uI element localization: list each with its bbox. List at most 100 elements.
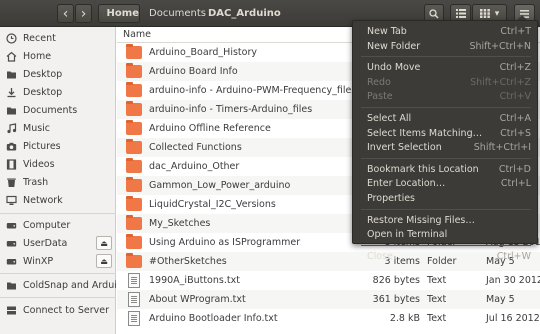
menu-item-close[interactable]: Close Ctrl+W [353,250,537,264]
folder-icon [126,63,142,78]
folder-icon [126,44,142,59]
breadcrumb-dac-arduino[interactable]: DAC_Arduino [202,4,287,23]
sidebar-item-label: ColdSnap and Ardui… [23,279,127,291]
drive-icon [6,238,17,249]
table-row[interactable]: 1990A_iButtons.txt 826 bytes Text Jan 30 20… [117,271,540,290]
column-name-header[interactable]: Name [123,29,151,40]
file-size: 361 bytes [372,294,420,305]
file-name: arduino-info - Arduino-PWM-Frequency_fil… [149,85,357,96]
menu-item-open-in-terminal[interactable]: Open in Terminal [353,228,537,242]
sidebar-divider [0,213,116,214]
eject-button-winxp[interactable]: ⏏ [96,254,112,268]
menu-item-bookmark-this-location[interactable]: Bookmark this Location Ctrl+D [353,163,537,177]
breadcrumb-home-label: Home [106,8,139,19]
menu-item-shortcut: Ctrl+V [499,91,531,103]
file-date: May 5 [486,294,515,305]
sidebar-item-label: WinXP [23,255,54,267]
sidebar-item-label: Pictures [23,140,61,152]
sidebar-item-label: Recent [23,32,56,44]
camera-icon [6,141,17,152]
menu-item-label: Open in Terminal [367,229,448,241]
home-icon [103,9,104,19]
chevron-down-icon: ▾ [494,8,500,19]
text-file-icon [128,273,140,288]
sidebar-item-label: Home [23,50,52,62]
menu-item-shortcut: Ctrl+L [500,178,531,190]
file-name: LiquidCrystal_I2C_Versions [149,199,276,210]
table-row[interactable]: Arduino Bootloader Info.txt 2.8 kB Text Jul… [117,309,540,328]
menu-item-select-items-matching[interactable]: Select Items Matching… Ctrl+S [353,127,537,141]
file-name: Gammon_Low_Power_arduino [149,180,291,191]
file-type: Text [427,275,447,286]
sidebar-item-label: Trash [23,176,49,188]
grid-view-icon [479,9,490,18]
sidebar-item-videos[interactable]: Videos [0,155,116,173]
sidebar-item-connect-server[interactable]: Connect to Server [0,301,116,319]
sidebar-item-documents[interactable]: Documents [0,101,116,119]
back-button[interactable]: ‹ [57,4,74,23]
menu-separator [361,56,531,58]
sidebar-item-network[interactable]: Network [0,191,116,209]
menu-item-select-all[interactable]: Select All Ctrl+A [353,112,537,126]
folder-icon [126,234,142,249]
file-type: Text [427,294,447,305]
menu-item-shortcut: Ctrl+W [496,250,531,262]
sidebar: Recent Home Desktop Desktop Documents Mu… [0,27,126,334]
sidebar-item-trash[interactable]: Trash [0,173,116,191]
sidebar-item-recent[interactable]: Recent [0,29,116,47]
file-name: #OtherSketches [149,256,227,267]
menu-separator [361,244,531,246]
sidebar-item-desktop[interactable]: Desktop [0,65,116,83]
sidebar-item-computer[interactable]: Computer [0,216,116,234]
menu-item-label: Close [367,250,393,262]
sidebar-item-label: Music [23,122,51,134]
folder-icon [126,139,142,154]
menu-item-label: Bookmark this Location [367,163,479,175]
folder-icon [126,82,142,97]
menu-item-label: New Folder [367,40,421,52]
file-size: 826 bytes [372,275,420,286]
file-name: My_Sketches [149,218,211,229]
folder-icon [126,215,142,230]
file-name: 1990A_iButtons.txt [149,275,240,286]
menu-item-shortcut: Ctrl+Z [499,62,531,74]
menu-item-label: Properties [367,193,416,204]
menu-item-label: Undo Move [367,62,421,74]
table-row[interactable]: About WProgram.txt 361 bytes Text May 5 [117,290,540,309]
menu-item-new-tab[interactable]: New Tab Ctrl+T [353,25,537,39]
folder-icon [126,101,142,116]
menu-item-undo-move[interactable]: Undo Move Ctrl+Z [353,61,537,75]
menu-item-properties[interactable]: Properties [353,192,537,206]
sidebar-item-label: Videos [23,158,55,170]
sidebar-item-music[interactable]: Music [0,119,116,137]
chevron-left-icon: ‹ [62,5,69,22]
sidebar-item-home[interactable]: Home [0,47,116,65]
sidebar-item-label: Computer [23,219,71,231]
forward-button[interactable]: › [75,4,92,23]
sidebar-item-label: UserData [23,237,68,249]
network-icon [6,195,17,206]
menu-item-enter-location[interactable]: Enter Location… Ctrl+L [353,177,537,191]
trash-icon [6,177,17,188]
sidebar-item-coldsnap[interactable]: ColdSnap and Ardui… [0,276,126,294]
text-file-icon [128,292,140,307]
chevron-right-icon: › [80,5,87,22]
search-icon [429,8,439,19]
sidebar-item-label: Documents [23,104,78,116]
sidebar-item-pictures[interactable]: Pictures [0,137,116,155]
file-name: Arduino_Board_History [149,47,257,58]
file-name: Arduino Offline Reference [149,123,271,134]
menu-item-invert-selection[interactable]: Invert Selection Shift+Ctrl+I [353,141,537,155]
menu-item-shortcut: Ctrl+A [499,113,531,124]
eject-icon: ⏏ [100,238,108,248]
drive-icon [6,256,17,267]
video-icon [6,158,17,170]
sidebar-item-label: Desktop [23,86,63,98]
breadcrumb-home[interactable]: Home [98,4,140,23]
folder-icon [126,177,142,192]
sidebar-item-downloads[interactable]: Desktop [0,83,116,101]
menu-item-restore-missing-files[interactable]: Restore Missing Files… [353,214,537,228]
menu-item-new-folder[interactable]: New Folder Shift+Ctrl+N [353,40,537,54]
eject-button-userdata[interactable]: ⏏ [96,236,112,250]
sidebar-item-label: Network [23,194,63,206]
